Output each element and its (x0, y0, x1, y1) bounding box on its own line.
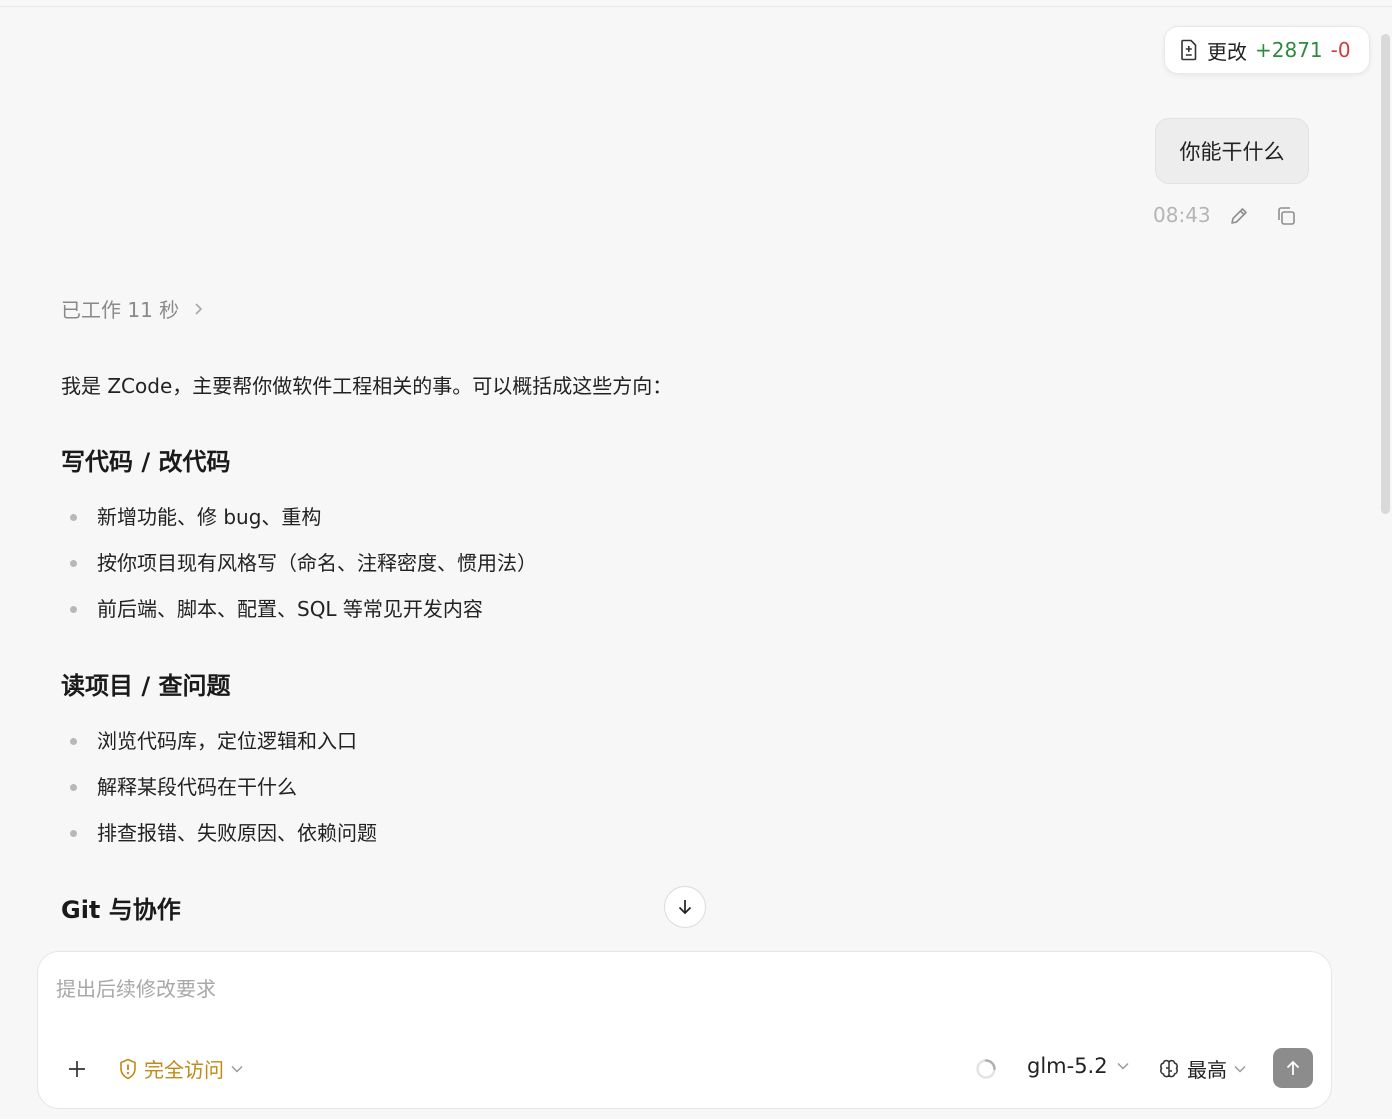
chevron-down-icon (1117, 1062, 1129, 1070)
chevron-down-icon (231, 1065, 243, 1073)
copy-message-button[interactable] (1273, 203, 1299, 229)
work-duration-label: 已工作 11 秒 (61, 298, 180, 322)
access-mode-label: 完全访问 (144, 1058, 224, 1082)
model-select[interactable]: glm-5.2 (1027, 1054, 1130, 1078)
section-title-git: Git 与协作 (61, 896, 181, 924)
section-title-read-project: 读项目 / 查问题 (61, 672, 231, 700)
send-button[interactable] (1273, 1048, 1313, 1088)
scrollbar[interactable] (1378, 28, 1392, 1118)
add-attachment-button[interactable] (64, 1056, 90, 1082)
user-message-text: 你能干什么 (1179, 140, 1285, 164)
brain-icon (1160, 1059, 1178, 1077)
user-message-bubble: 你能干什么 (1155, 118, 1309, 184)
model-label: glm-5.2 (1027, 1054, 1108, 1078)
edit-message-button[interactable] (1226, 203, 1252, 229)
spinner-icon (976, 1059, 996, 1079)
arrow-down-icon (678, 900, 692, 915)
chevron-right-icon (195, 302, 203, 315)
arrow-up-icon (1286, 1060, 1300, 1075)
write-code-list: 新增功能、修 bug、重构 按你项目现有风格写（命名、注释密度、惯用法） 前后端… (61, 494, 537, 632)
lines-removed-count: -0 (1330, 38, 1351, 62)
plus-icon (69, 1061, 85, 1077)
scrollbar-thumb[interactable] (1381, 34, 1390, 514)
top-divider (0, 6, 1392, 7)
pencil-icon (1231, 208, 1247, 224)
shield-icon (120, 1058, 136, 1079)
composer: 完全访问 glm-5.2 最高 (37, 951, 1332, 1109)
copy-icon (1278, 207, 1295, 225)
lines-added-count: +2871 (1255, 38, 1323, 62)
list-item: 解释某段代码在干什么 (61, 764, 377, 810)
message-timestamp: 08:43 (1153, 203, 1211, 227)
list-item: 前后端、脚本、配置、SQL 等常见开发内容 (61, 586, 537, 632)
scroll-to-bottom-button[interactable] (664, 886, 706, 928)
access-mode-select[interactable]: 完全访问 (118, 1054, 244, 1083)
reply-intro: 我是 ZCode，主要帮你做软件工程相关的事。可以概括成这些方向： (61, 374, 673, 398)
chevron-down-icon (1234, 1065, 1246, 1073)
changes-label: 更改 (1207, 39, 1247, 64)
section-title-write-code: 写代码 / 改代码 (61, 448, 231, 476)
reasoning-effort-label: 最高 (1187, 1058, 1227, 1082)
followup-input[interactable] (56, 972, 1306, 1006)
list-item: 新增功能、修 bug、重构 (61, 494, 537, 540)
changes-summary-button[interactable]: 更改 +2871 -0 (1164, 26, 1370, 74)
list-item: 排查报错、失败原因、依赖问题 (61, 810, 377, 856)
list-item: 按你项目现有风格写（命名、注释密度、惯用法） (61, 540, 537, 586)
read-project-list: 浏览代码库，定位逻辑和入口 解释某段代码在干什么 排查报错、失败原因、依赖问题 (61, 718, 377, 856)
diff-file-icon (1181, 39, 1197, 61)
work-duration-toggle[interactable]: 已工作 11 秒 (61, 294, 205, 323)
list-item: 浏览代码库，定位逻辑和入口 (61, 718, 377, 764)
reasoning-effort-select[interactable]: 最高 (1157, 1054, 1247, 1083)
